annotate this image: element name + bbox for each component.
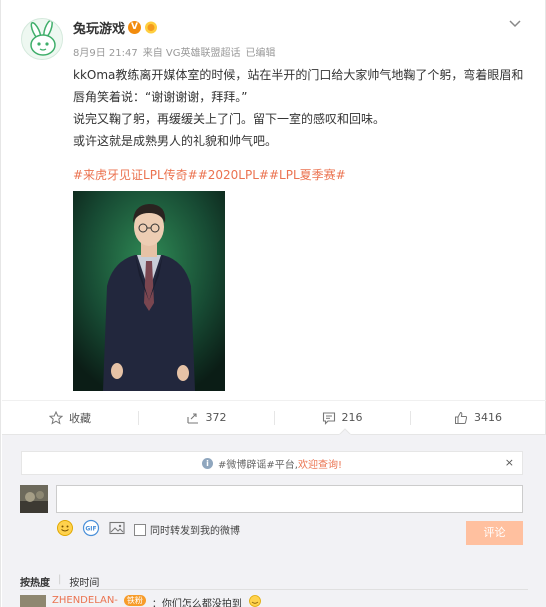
- comment-pointer: [339, 428, 351, 435]
- star-icon: [49, 410, 63, 425]
- post-paragraph: 或许这就是成熟男人的礼貌和帅气吧。: [73, 134, 278, 148]
- comment-text: ：你们怎么都没拍到: [151, 599, 242, 607]
- commenter-name[interactable]: ZHENDELAN-: [52, 595, 118, 606]
- post-source[interactable]: 来自 VG英雄联盟超话: [143, 48, 241, 59]
- like-count: 3416: [474, 411, 502, 424]
- favorite-button[interactable]: 收藏: [2, 401, 138, 434]
- post-hashtags[interactable]: #来虎牙见证LPL传奇##2020LPL##LPL夏季赛#: [73, 166, 346, 183]
- sort-divider-line: [20, 589, 528, 590]
- repost-checkbox[interactable]: [134, 523, 146, 536]
- post-paragraph: 说完又鞠了躬，再缓缓关上了门。留下一室的感叹和回味。: [73, 112, 386, 126]
- comment-sort-tabs: 按热度 | 按时间: [20, 574, 99, 589]
- fan-badge: 铁粉: [123, 595, 146, 606]
- author-avatar[interactable]: [21, 18, 63, 60]
- fan-medal-icon: [145, 21, 158, 34]
- rumor-notice-bar: i #微博辟谣#平台, 欢迎查询! ×: [21, 451, 523, 475]
- repost-label: 同时转发到我的微博: [150, 526, 240, 537]
- post-content: kkOma教练离开媒体室的时候，站在半开的门口给大家帅气地鞠了个躬，弯着眼眉和唇…: [73, 64, 529, 152]
- my-avatar[interactable]: [20, 485, 48, 513]
- post-paragraph: kkOma教练离开媒体室的时候，站在半开的门口给大家帅气地鞠了个躬，弯着眼眉和唇…: [73, 68, 524, 104]
- chevron-down-icon[interactable]: [507, 16, 523, 32]
- notice-link[interactable]: 欢迎查询!: [298, 456, 342, 471]
- weibo-post-card: 兔玩游戏 V 8月9日 21:47 来自 VG英雄联盟超话 已编辑 kkOma教练离…: [0, 0, 546, 607]
- like-button[interactable]: 3416: [410, 401, 546, 434]
- repost-checkbox-row[interactable]: 同时转发到我的微博: [134, 522, 240, 537]
- svg-text:GIF: GIF: [85, 526, 96, 533]
- author-name-row: 兔玩游戏 V: [73, 18, 158, 37]
- submit-comment-button[interactable]: 评论: [466, 521, 523, 545]
- emoji-icon[interactable]: [56, 519, 74, 537]
- comment-count: 216: [341, 411, 363, 424]
- info-icon: i: [202, 457, 214, 469]
- repost-button[interactable]: 372: [138, 401, 274, 434]
- favorite-label: 收藏: [69, 411, 91, 425]
- post-date[interactable]: 8月9日 21:47: [73, 48, 138, 59]
- notice-text: #微博辟谣#平台,: [218, 459, 298, 471]
- close-icon[interactable]: ×: [505, 456, 514, 469]
- comment-input[interactable]: [56, 485, 523, 513]
- sort-by-hot-tab[interactable]: 按热度: [20, 574, 50, 589]
- post-edited[interactable]: 已编辑: [246, 48, 276, 59]
- emoji-icon: [249, 595, 261, 607]
- post-actions: 收藏 372 216 3416: [2, 400, 546, 434]
- commenter-avatar[interactable]: [20, 595, 46, 607]
- repost-icon: [186, 412, 198, 424]
- thumb-up-icon: [455, 411, 468, 424]
- post-meta: 8月9日 21:47 来自 VG英雄联盟超话 已编辑: [73, 44, 281, 59]
- gif-icon[interactable]: GIF: [82, 519, 100, 537]
- sort-divider: |: [58, 574, 62, 585]
- comment-item: ZHENDELAN- 铁粉 ：你们怎么都没拍到: [20, 595, 262, 607]
- repost-count: 372: [205, 411, 227, 424]
- sort-by-time-tab[interactable]: 按时间: [69, 574, 99, 589]
- post-photo[interactable]: [73, 191, 225, 391]
- image-icon[interactable]: [108, 519, 126, 537]
- comment-section: i #微博辟谣#平台, 欢迎查询! × GIF 同时转发到我的微博 评论 按热度…: [2, 434, 546, 607]
- comment-icon: [322, 411, 335, 425]
- author-name[interactable]: 兔玩游戏: [73, 18, 125, 37]
- verified-badge: V: [128, 21, 142, 34]
